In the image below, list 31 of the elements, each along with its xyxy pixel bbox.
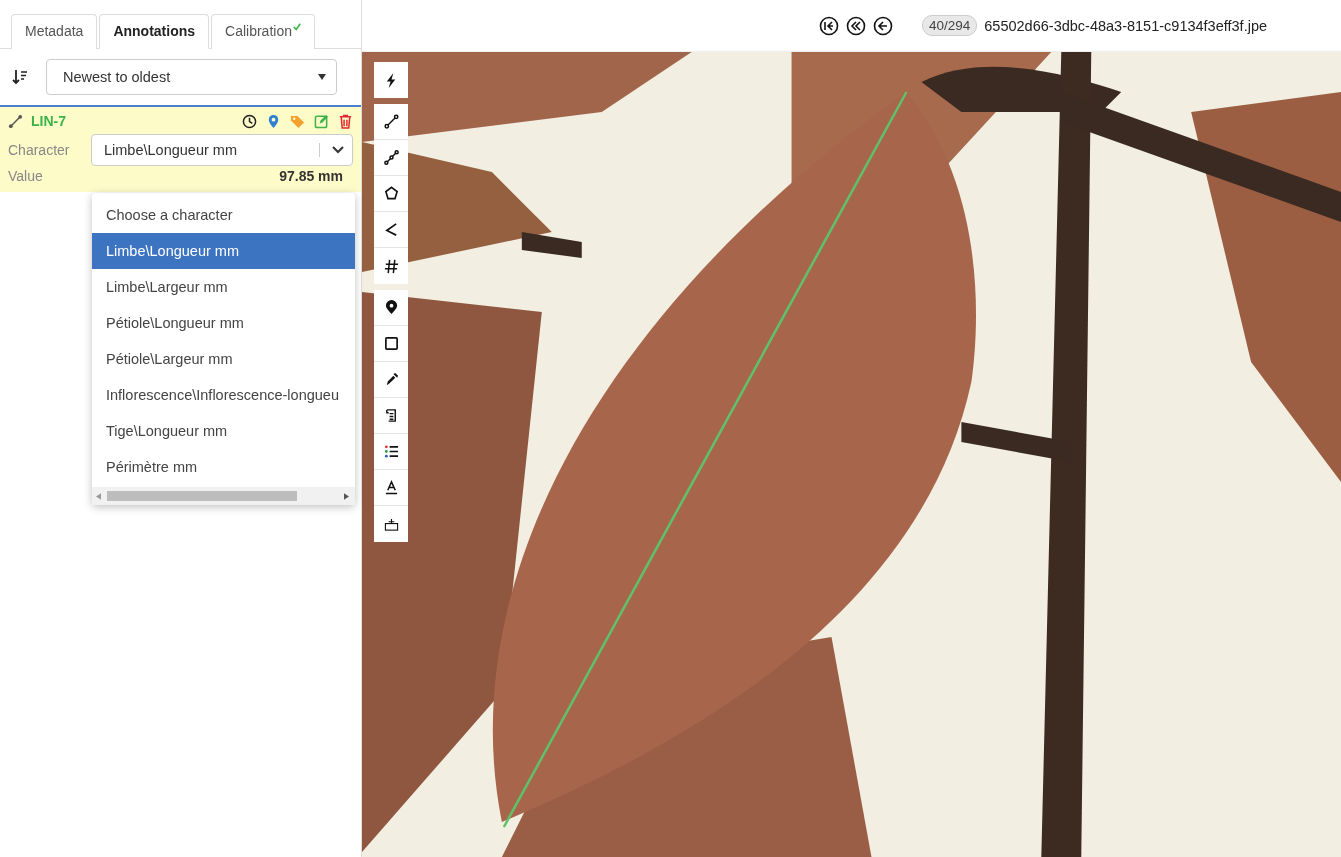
- trash-icon[interactable]: [338, 113, 353, 129]
- annotation-id: LIN-7: [31, 113, 66, 129]
- bolt-icon[interactable]: [374, 62, 408, 98]
- file-name: 65502d66-3dbc-48a3-8151-c9134f3eff3f.jpe: [984, 17, 1267, 34]
- dropdown-option[interactable]: Périmètre mm: [92, 449, 355, 485]
- map-pin-icon[interactable]: [374, 290, 408, 326]
- check-icon: [292, 23, 301, 31]
- dropdown-arrow-icon: [318, 74, 326, 80]
- dropdown-option[interactable]: Tige\Longueur mm: [92, 413, 355, 449]
- scroll-right-icon[interactable]: [344, 492, 349, 500]
- dropdown-option[interactable]: Limbe\Largeur mm: [92, 269, 355, 305]
- field-label: Character: [8, 142, 71, 158]
- dropdown-option[interactable]: Inflorescence\Inflorescence-longueu: [92, 377, 355, 413]
- value-text: 97.85 mm: [279, 168, 343, 184]
- horizontal-scrollbar[interactable]: [92, 487, 355, 505]
- sort-icon[interactable]: [12, 69, 28, 85]
- dropdown-option[interactable]: Pétiole\Longueur mm: [92, 305, 355, 341]
- page-counter: 40/294: [922, 15, 978, 36]
- edit-icon[interactable]: [314, 113, 329, 129]
- clock-icon[interactable]: [242, 113, 257, 129]
- tab[interactable]: Calibration: [211, 14, 315, 49]
- field-label: Value: [8, 168, 44, 184]
- tab[interactable]: Annotations: [99, 14, 210, 49]
- chevron-icon: [332, 146, 344, 154]
- tab[interactable]: Metadata: [11, 14, 98, 49]
- sort-select[interactable]: Newest to oldest: [46, 59, 337, 95]
- dropdown-option[interactable]: Limbe\Longueur mm: [92, 233, 355, 269]
- character-select[interactable]: Limbe\Longueur mm: [91, 134, 353, 166]
- dropdown-option[interactable]: Pétiole\Largeur mm: [92, 341, 355, 377]
- dropdown-option[interactable]: Choose a character: [92, 197, 355, 233]
- line-icon: [8, 113, 23, 129]
